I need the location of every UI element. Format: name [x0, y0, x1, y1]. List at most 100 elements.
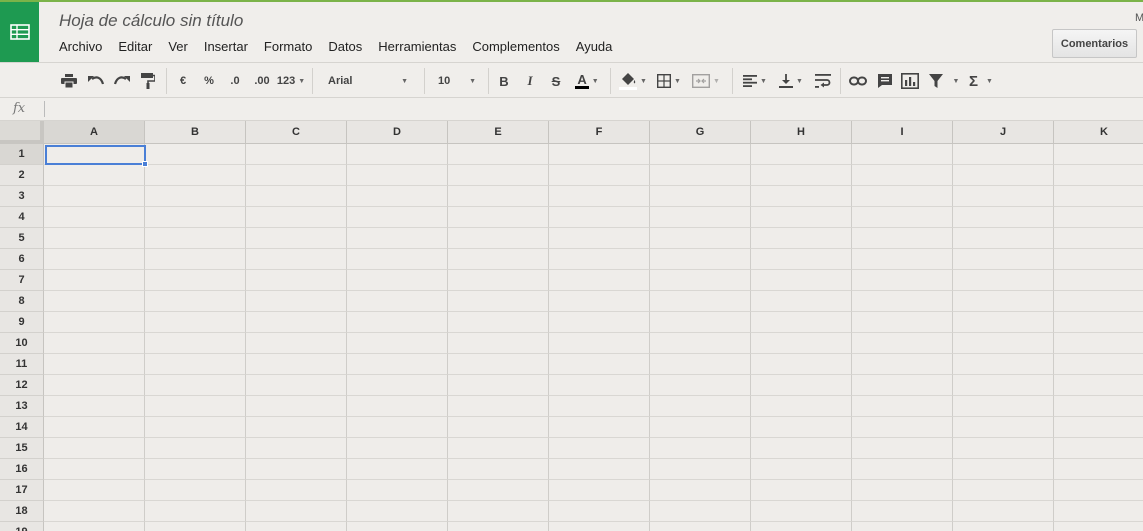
- cell-c19[interactable]: [246, 522, 347, 531]
- row-header-14[interactable]: 14: [0, 417, 44, 438]
- cell-i17[interactable]: [852, 480, 953, 501]
- cell-k14[interactable]: [1054, 417, 1143, 438]
- cell-i3[interactable]: [852, 186, 953, 207]
- cell-g1[interactable]: [650, 144, 751, 165]
- cell-c7[interactable]: [246, 270, 347, 291]
- cell-g19[interactable]: [650, 522, 751, 531]
- cell-i7[interactable]: [852, 270, 953, 291]
- cell-c6[interactable]: [246, 249, 347, 270]
- cell-k4[interactable]: [1054, 207, 1143, 228]
- cell-g18[interactable]: [650, 501, 751, 522]
- menu-complementos[interactable]: Complementos: [464, 38, 567, 56]
- document-title[interactable]: Hoja de cálculo sin título: [59, 11, 243, 31]
- filter-button[interactable]: ▼: [924, 69, 964, 93]
- cell-a11[interactable]: [44, 354, 145, 375]
- cell-a9[interactable]: [44, 312, 145, 333]
- row-header-17[interactable]: 17: [0, 480, 44, 501]
- cell-j17[interactable]: [953, 480, 1054, 501]
- cell-j1[interactable]: [953, 144, 1054, 165]
- cell-h7[interactable]: [751, 270, 852, 291]
- cell-b18[interactable]: [145, 501, 246, 522]
- column-header-c[interactable]: C: [246, 121, 347, 144]
- cell-h9[interactable]: [751, 312, 852, 333]
- cell-b16[interactable]: [145, 459, 246, 480]
- cell-g15[interactable]: [650, 438, 751, 459]
- cell-i1[interactable]: [852, 144, 953, 165]
- cell-j5[interactable]: [953, 228, 1054, 249]
- strikethrough-button[interactable]: S: [547, 69, 565, 93]
- cell-b13[interactable]: [145, 396, 246, 417]
- cell-d11[interactable]: [347, 354, 448, 375]
- cell-j4[interactable]: [953, 207, 1054, 228]
- cell-h17[interactable]: [751, 480, 852, 501]
- cell-b7[interactable]: [145, 270, 246, 291]
- cell-i13[interactable]: [852, 396, 953, 417]
- cell-f17[interactable]: [549, 480, 650, 501]
- insert-link-button[interactable]: [847, 69, 869, 93]
- cell-h11[interactable]: [751, 354, 852, 375]
- cell-c5[interactable]: [246, 228, 347, 249]
- cell-h12[interactable]: [751, 375, 852, 396]
- print-button[interactable]: [59, 69, 79, 93]
- cell-h14[interactable]: [751, 417, 852, 438]
- row-header-8[interactable]: 8: [0, 291, 44, 312]
- cell-c11[interactable]: [246, 354, 347, 375]
- cell-b1[interactable]: [145, 144, 246, 165]
- cell-e13[interactable]: [448, 396, 549, 417]
- italic-button[interactable]: I: [521, 69, 539, 93]
- cell-b12[interactable]: [145, 375, 246, 396]
- row-header-19[interactable]: 19: [0, 522, 44, 531]
- more-formats-button[interactable]: 123 ▼: [276, 69, 306, 93]
- row-header-1[interactable]: 1: [0, 144, 44, 165]
- cell-g13[interactable]: [650, 396, 751, 417]
- cell-f5[interactable]: [549, 228, 650, 249]
- row-header-2[interactable]: 2: [0, 165, 44, 186]
- insert-comment-button[interactable]: [874, 69, 896, 93]
- cell-k13[interactable]: [1054, 396, 1143, 417]
- cell-d13[interactable]: [347, 396, 448, 417]
- column-header-i[interactable]: I: [852, 121, 953, 144]
- menu-editar[interactable]: Editar: [110, 38, 160, 56]
- sheets-logo[interactable]: [0, 2, 39, 62]
- cell-d1[interactable]: [347, 144, 448, 165]
- cell-d18[interactable]: [347, 501, 448, 522]
- bold-button[interactable]: B: [495, 69, 513, 93]
- font-family-select[interactable]: Arial ▼: [320, 71, 416, 91]
- paint-format-button[interactable]: [138, 69, 158, 93]
- cell-e11[interactable]: [448, 354, 549, 375]
- cell-k12[interactable]: [1054, 375, 1143, 396]
- cell-a5[interactable]: [44, 228, 145, 249]
- fill-handle[interactable]: [142, 161, 148, 167]
- cell-e2[interactable]: [448, 165, 549, 186]
- cell-g5[interactable]: [650, 228, 751, 249]
- cell-d8[interactable]: [347, 291, 448, 312]
- cell-f4[interactable]: [549, 207, 650, 228]
- cell-a18[interactable]: [44, 501, 145, 522]
- cell-b19[interactable]: [145, 522, 246, 531]
- text-wrap-button[interactable]: [812, 69, 834, 93]
- cell-e17[interactable]: [448, 480, 549, 501]
- horizontal-align-button[interactable]: ▼: [738, 69, 772, 93]
- cell-c16[interactable]: [246, 459, 347, 480]
- column-header-h[interactable]: H: [751, 121, 852, 144]
- undo-button[interactable]: [86, 69, 106, 93]
- user-account-initial[interactable]: M: [1135, 12, 1143, 24]
- cell-i19[interactable]: [852, 522, 953, 531]
- cell-g14[interactable]: [650, 417, 751, 438]
- cell-d10[interactable]: [347, 333, 448, 354]
- column-header-e[interactable]: E: [448, 121, 549, 144]
- row-header-4[interactable]: 4: [0, 207, 44, 228]
- cell-h4[interactable]: [751, 207, 852, 228]
- cell-b6[interactable]: [145, 249, 246, 270]
- cell-f12[interactable]: [549, 375, 650, 396]
- cell-e19[interactable]: [448, 522, 549, 531]
- column-header-k[interactable]: K: [1054, 121, 1143, 144]
- cell-c18[interactable]: [246, 501, 347, 522]
- cell-e7[interactable]: [448, 270, 549, 291]
- cell-a8[interactable]: [44, 291, 145, 312]
- cell-j8[interactable]: [953, 291, 1054, 312]
- cell-c15[interactable]: [246, 438, 347, 459]
- cell-a2[interactable]: [44, 165, 145, 186]
- cell-c8[interactable]: [246, 291, 347, 312]
- cell-b9[interactable]: [145, 312, 246, 333]
